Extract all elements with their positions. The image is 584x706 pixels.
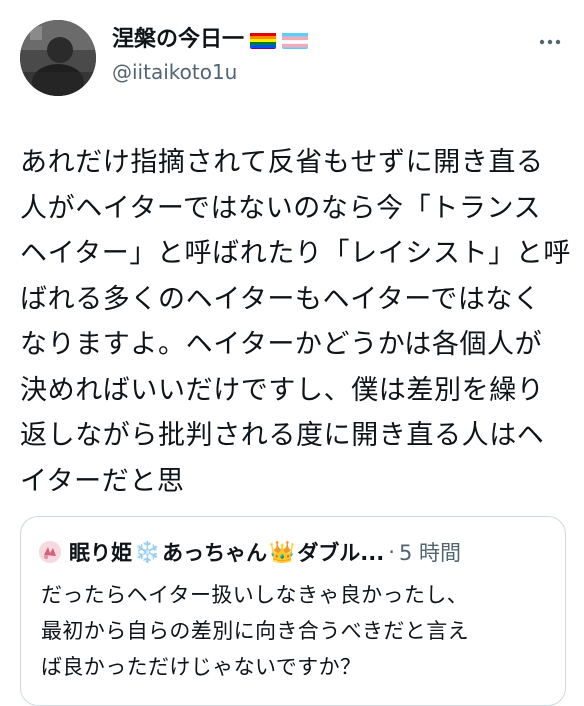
dot-separator: ·	[388, 540, 395, 564]
author-display-name[interactable]: 涅槃の今日一	[112, 26, 244, 54]
quoted-tweet-header: 眠り姫 ❄️ あっちゃん 👑 ダブル... · 5 時間	[39, 537, 553, 567]
more-options-icon[interactable]	[536, 32, 564, 52]
tweet-text-line: 返しながら批判される度に開き直る人はヘ	[20, 420, 545, 451]
tweet-text-line: 決めればいいだけですし、僕は差別を繰り	[20, 374, 545, 406]
quoted-tweet-text: だったらヘイター扱いしなきゃ良かったし、 最初から自らの差別に向き合うべきだと言え…	[41, 577, 469, 685]
author-avatar[interactable]	[20, 20, 96, 96]
tweet-text-line: あれだけ指摘されて反省もせずに開き直る	[20, 147, 544, 178]
quoted-author-name-part3[interactable]: ダブル...	[297, 537, 384, 567]
tweet-text-line: ばれる多くのヘイターもヘイターではなく	[20, 283, 541, 315]
tweet-text-line: なりますよ。ヘイターかどうかは各個人が	[20, 329, 543, 360]
quoted-tweet[interactable]: 眠り姫 ❄️ あっちゃん 👑 ダブル... · 5 時間 だったらヘイター扱いし…	[20, 516, 566, 706]
tweet-text: あれだけ指摘されて反省もせずに開き直る 人がヘイターではないのなら今「トランス ヘイ…	[20, 140, 571, 504]
snowflake-icon: ❄️	[134, 539, 161, 564]
quoted-text-line: だったらヘイター扱いしなきゃ良かったし、	[41, 583, 469, 607]
crown-icon: 👑	[269, 539, 296, 564]
author-display-name-row[interactable]: 涅槃の今日一	[112, 26, 309, 54]
transgender-flag-icon	[282, 31, 309, 49]
tweet-text-line: ヘイター」と呼ばれたり「レイシスト」と呼	[20, 238, 571, 269]
quoted-tweet-time[interactable]: 5 時間	[399, 537, 461, 567]
tweet-header: 涅槃の今日一 @iitaikoto1u	[20, 16, 568, 106]
author-handle[interactable]: @iitaikoto1u	[112, 58, 308, 86]
tweet-text-line: イターだと思	[20, 465, 185, 497]
quoted-text-line: 最初から自らの差別に向き合うべきだと言え	[41, 619, 469, 643]
tweet-text-line: 人がヘイターではないのなら今「トランス	[20, 192, 542, 224]
rainbow-flag-icon	[250, 31, 277, 49]
quoted-author-avatar[interactable]	[39, 541, 61, 563]
quoted-author-name-part2[interactable]: あっちゃん	[162, 537, 267, 567]
quoted-author-name-part1[interactable]: 眠り姫	[69, 537, 132, 567]
